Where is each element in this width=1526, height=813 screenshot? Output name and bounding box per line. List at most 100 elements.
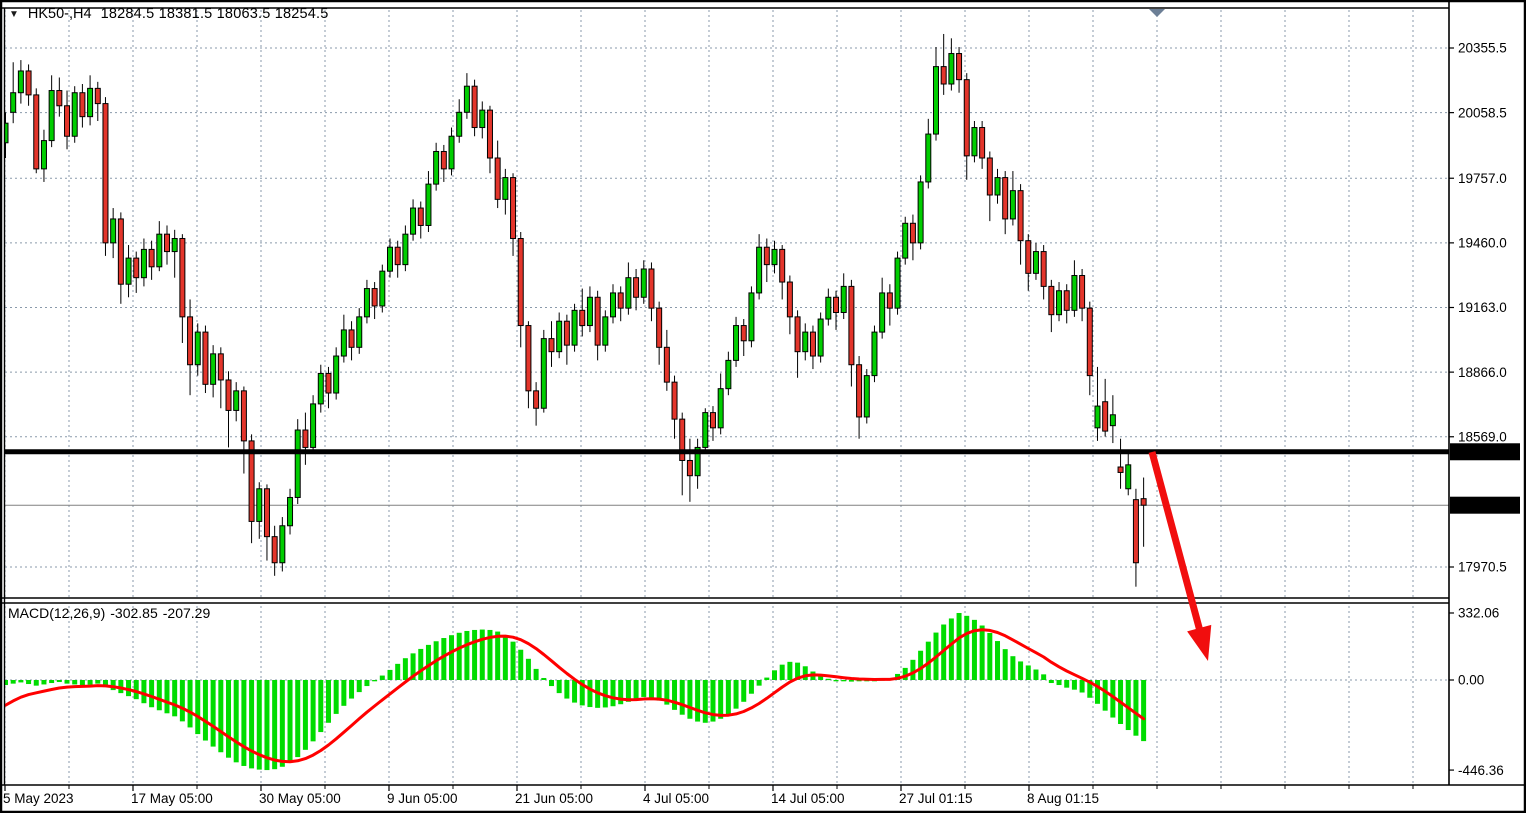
- macd-bar: [157, 680, 162, 710]
- macd-axis[interactable]: 332.060.00-446.36: [1449, 606, 1504, 778]
- candle-body: [611, 293, 616, 317]
- macd-bar: [426, 645, 431, 680]
- candle-body: [518, 239, 523, 326]
- candle-body: [49, 91, 54, 141]
- macd-bar: [687, 680, 692, 719]
- macd-bar: [364, 680, 369, 686]
- macd-bar: [987, 633, 992, 680]
- candle-body: [234, 391, 239, 411]
- candle-body: [880, 293, 885, 332]
- candle-body: [1110, 415, 1115, 426]
- macd-bar: [695, 680, 700, 722]
- candle-body: [1064, 291, 1069, 311]
- candle-body: [318, 373, 323, 403]
- macd-bar: [357, 680, 362, 692]
- macd-bar: [541, 678, 546, 680]
- candle-body: [472, 86, 477, 127]
- price-tick-label: 17970.5: [1458, 560, 1507, 575]
- candle-body: [172, 239, 177, 252]
- macd-bar: [211, 680, 216, 747]
- candle-body: [295, 430, 300, 497]
- candle-body: [418, 208, 423, 225]
- candle-body: [280, 526, 285, 563]
- macd-bar: [526, 659, 531, 680]
- candle-body: [3, 123, 8, 143]
- macd-bar: [749, 680, 754, 694]
- macd-bar: [188, 680, 193, 727]
- candle-body: [657, 308, 662, 347]
- time-tick-label: 9 Jun 05:00: [387, 791, 458, 806]
- macd-bar: [172, 680, 177, 716]
- candle-body: [803, 332, 808, 352]
- time-axis[interactable]: 5 May 202317 May 05:0030 May 05:009 Jun …: [3, 785, 1413, 806]
- macd-tick-label: 0.00: [1458, 673, 1484, 688]
- candle-body: [272, 537, 277, 563]
- candle-body: [1141, 499, 1146, 506]
- candle-body: [918, 182, 923, 243]
- candle-body: [426, 184, 431, 225]
- candle-body: [933, 67, 938, 134]
- candle-body: [1041, 252, 1046, 287]
- candle-body: [388, 247, 393, 271]
- macd-bar: [1026, 665, 1031, 680]
- macd-bar: [572, 680, 577, 703]
- candle-body: [680, 419, 685, 460]
- candle-body: [718, 389, 723, 428]
- macd-bar: [226, 680, 231, 758]
- candle-body: [303, 430, 308, 447]
- macd-bar: [495, 632, 500, 680]
- macd-bar: [634, 680, 639, 699]
- candle-body: [1010, 191, 1015, 219]
- candle-body: [703, 413, 708, 448]
- macd-bar: [303, 680, 308, 750]
- candle-body: [487, 110, 492, 158]
- candle-body: [126, 258, 131, 284]
- macd-bar: [564, 680, 569, 699]
- macd-signal-value: -207.29: [163, 605, 210, 621]
- candle-body: [480, 110, 485, 127]
- candle-body: [818, 319, 823, 356]
- candle-body: [810, 332, 815, 356]
- macd-bar: [1133, 680, 1138, 736]
- macd-bar: [65, 680, 70, 684]
- trend-arrow[interactable]: [1152, 452, 1211, 661]
- macd-tick-label: -446.36: [1458, 763, 1504, 778]
- macd-bar: [511, 642, 516, 680]
- candle-body: [1118, 467, 1123, 472]
- macd-bar: [464, 631, 469, 680]
- chart-canvas[interactable]: 20355.520058.519757.019460.019163.018866…: [0, 0, 1526, 813]
- price-tick-label: 19163.0: [1458, 300, 1507, 315]
- price-tick-label: 20058.5: [1458, 105, 1507, 120]
- candle-body: [857, 365, 862, 417]
- macd-bar: [657, 680, 662, 701]
- candle-body: [741, 326, 746, 341]
- price-tag-label: 18500.0: [1456, 444, 1505, 459]
- price-axis[interactable]: 20355.520058.519757.019460.019163.018866…: [1449, 41, 1520, 575]
- macd-bar: [418, 649, 423, 680]
- candle-body: [564, 321, 569, 345]
- time-tick-label: 14 Jul 05:00: [771, 791, 845, 806]
- candle-body: [157, 234, 162, 267]
- symbol-collapse-icon[interactable]: ▼: [9, 10, 19, 20]
- candle-body: [587, 297, 592, 325]
- mt4-chart-window: 20355.520058.519757.019460.019163.018866…: [0, 0, 1526, 813]
- candle-body: [580, 310, 585, 325]
- candle-body: [641, 269, 646, 297]
- macd-bar: [149, 680, 154, 707]
- macd-bar: [141, 680, 146, 703]
- candle-body: [949, 54, 954, 84]
- macd-bar: [1003, 649, 1008, 680]
- candle-body: [349, 330, 354, 347]
- candle-body: [726, 360, 731, 388]
- macd-main-value: -302.85: [110, 605, 157, 621]
- scroll-to-end-marker-icon[interactable]: [1149, 9, 1165, 17]
- macd-bar: [334, 680, 339, 714]
- macd-bar: [3, 680, 8, 685]
- macd-bar: [295, 680, 300, 757]
- candle-body: [780, 249, 785, 282]
- macd-histogram-layer: [3, 613, 1146, 770]
- macd-bar: [918, 651, 923, 680]
- candle-body: [757, 247, 762, 293]
- price-tick-label: 18866.0: [1458, 365, 1507, 380]
- candle-body: [57, 91, 62, 106]
